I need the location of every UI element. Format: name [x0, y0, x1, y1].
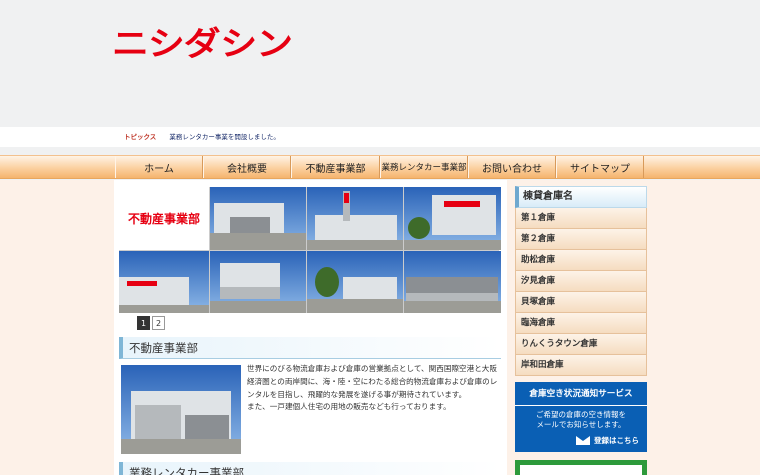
global-nav: ホーム 会社概要 不動産事業部 業務レンタカー事業部 お問い合わせ サイトマップ [0, 155, 760, 179]
sidebar-item-rinku-town[interactable]: りんくうタウン倉庫 [515, 334, 647, 355]
nav-contact[interactable]: お問い合わせ [468, 156, 556, 178]
nav-rental-car[interactable]: 業務レンタカー事業部 [380, 156, 468, 178]
sidebar-heading: 棟貸倉庫名 [515, 186, 647, 208]
slideshow-pager: 1 2 [137, 316, 165, 330]
logo-text: ニシダシン [112, 24, 293, 63]
nav-real-estate[interactable]: 不動産事業部 [291, 156, 380, 178]
topics-link[interactable]: 業務レンタカー事業を開設しました。 [169, 132, 280, 142]
notice-line-1: ご希望の倉庫の空き情報を [536, 410, 626, 419]
slideshow[interactable]: 不動産事業部 [119, 187, 501, 313]
nav-sitemap[interactable]: サイトマップ [556, 156, 644, 178]
page-button-1[interactable]: 1 [137, 316, 150, 330]
site-header: ニシダシン [0, 0, 760, 127]
sidebar-item-rinkai[interactable]: 臨海倉庫 [515, 313, 647, 334]
mail-icon [576, 436, 590, 445]
section-description: 世界にのびる物流倉庫および倉庫の営業拠点として、関西国際空港と大阪経済圏との両岸… [247, 363, 499, 414]
section-heading-rental-car: 業務レンタカー事業部 [119, 462, 501, 475]
notice-line-2: メールでお知らせします。 [536, 420, 626, 429]
page-button-2[interactable]: 2 [152, 316, 165, 330]
real-estate-photo [121, 365, 241, 454]
slide-photo [307, 187, 403, 250]
slide-photo [404, 251, 501, 313]
sidebar-item-kaizuka[interactable]: 貝塚倉庫 [515, 292, 647, 313]
warehouse-list: 第１倉庫 第２倉庫 助松倉庫 汐見倉庫 貝塚倉庫 臨海倉庫 りんくうタウン倉庫 … [515, 208, 647, 376]
section-heading-real-estate: 不動産事業部 [119, 337, 501, 359]
sidebar-item-warehouse-1[interactable]: 第１倉庫 [515, 208, 647, 229]
sidebar-item-warehouse-2[interactable]: 第２倉庫 [515, 229, 647, 250]
topics-label: トピックス [124, 133, 157, 141]
slide-photo [210, 187, 306, 250]
notice-title: 倉庫空き状況通知サービス [515, 382, 647, 406]
nav-home[interactable]: ホーム [115, 156, 203, 178]
vacancy-notice-banner[interactable]: 倉庫空き状況通知サービス ご希望の倉庫の空き情報を メールでお知らせします。 登… [515, 382, 647, 452]
slide-title: 不動産事業部 [127, 212, 200, 226]
notice-link-label: 登録はこちら [594, 436, 639, 445]
slide-photo [210, 251, 306, 313]
slide-photo [404, 187, 501, 250]
nav-company[interactable]: 会社概要 [203, 156, 291, 178]
sidebar-item-sukematsu[interactable]: 助松倉庫 [515, 250, 647, 271]
topics-bar: トピックス 業務レンタカー事業を開設しました。 [0, 127, 760, 147]
green-banner[interactable] [515, 460, 647, 475]
sidebar-item-kishiwada[interactable]: 岸和田倉庫 [515, 355, 647, 376]
description-paragraph: 世界にのびる物流倉庫および倉庫の営業拠点として、関西国際空港と大阪経済圏との両岸… [247, 364, 498, 399]
site-logo[interactable]: ニシダシン [112, 26, 293, 62]
notice-register-link[interactable]: 登録はこちら [576, 435, 639, 446]
description-paragraph-2: また、一戸建個人住宅の用地の販売なども行っております。 [247, 402, 451, 412]
sidebar-item-shiomi[interactable]: 汐見倉庫 [515, 271, 647, 292]
slide-photo [307, 251, 403, 313]
slide-title-panel: 不動産事業部 [119, 187, 209, 250]
slide-photo [119, 251, 209, 313]
